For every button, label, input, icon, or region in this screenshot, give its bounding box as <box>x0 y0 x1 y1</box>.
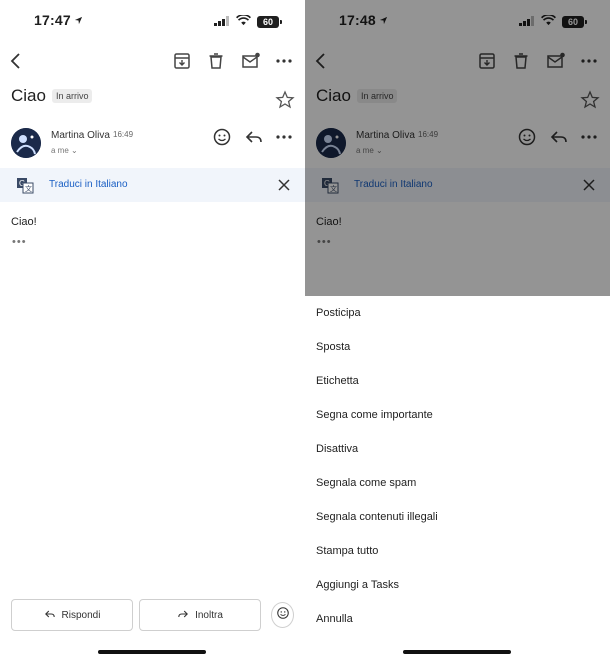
translate-banner: G文 Traduci in Italiano <box>0 168 305 202</box>
react-emoji-button[interactable] <box>271 602 294 628</box>
menu-item-label[interactable]: Etichetta <box>316 371 359 391</box>
sender-time: 16:49 <box>113 130 134 139</box>
reply-icon[interactable] <box>243 126 265 148</box>
message-more-icon[interactable] <box>273 126 295 148</box>
menu-item-move[interactable]: Sposta <box>316 337 350 357</box>
menu-item-snooze[interactable]: Posticipa <box>316 303 361 323</box>
menu-item-mute[interactable]: Disattiva <box>316 439 358 459</box>
modal-scrim[interactable] <box>305 0 610 296</box>
action-sheet: Posticipa Sposta Etichetta Segna come im… <box>305 296 610 660</box>
avatar[interactable] <box>11 128 41 158</box>
reply-icon <box>44 608 56 623</box>
wifi-icon <box>236 13 251 31</box>
reply-button[interactable]: Rispondi <box>11 599 133 631</box>
status-bar: 17:47 60 <box>0 0 305 40</box>
subject-title: Ciao <box>11 86 46 105</box>
home-indicator <box>403 650 511 654</box>
translate-link[interactable]: Traduci in Italiano <box>49 179 128 190</box>
menu-item-cancel[interactable]: Annulla <box>316 609 353 629</box>
emoji-icon <box>276 606 290 625</box>
star-icon[interactable] <box>274 89 296 111</box>
signal-icon <box>214 13 230 31</box>
chevron-down-icon: ⌄ <box>71 146 78 155</box>
close-icon[interactable] <box>273 174 295 196</box>
reply-bar: Rispondi Inoltra <box>11 599 294 631</box>
subject-line: Ciao In arrivo <box>11 86 93 106</box>
more-icon[interactable] <box>273 50 295 72</box>
label-chip[interactable]: In arrivo <box>51 89 93 103</box>
toolbar <box>0 50 305 74</box>
menu-item-print-all[interactable]: Stampa tutto <box>316 541 378 561</box>
forward-icon <box>177 608 189 623</box>
emoji-icon[interactable] <box>211 126 233 148</box>
translate-icon: G文 <box>14 174 36 196</box>
archive-icon[interactable] <box>171 50 193 72</box>
mark-unread-icon[interactable] <box>240 50 262 72</box>
svg-text:文: 文 <box>25 184 32 193</box>
menu-item-report-spam[interactable]: Segnala come spam <box>316 473 416 493</box>
recipient-toggle[interactable]: a me ⌄ <box>51 146 78 155</box>
delete-icon[interactable] <box>205 50 227 72</box>
home-indicator <box>98 650 206 654</box>
status-time: 17:47 <box>34 12 83 28</box>
show-trimmed-content[interactable]: ••• <box>12 236 27 248</box>
right-screen: 17:48 60 Ciao In arrivo Martina Oliva 16… <box>305 0 610 660</box>
reply-label: Rispondi <box>61 609 101 621</box>
message-body: Ciao! <box>11 216 37 228</box>
battery-indicator: 60 <box>257 16 282 28</box>
menu-item-mark-important[interactable]: Segna come importante <box>316 405 433 425</box>
menu-item-add-to-tasks[interactable]: Aggiungi a Tasks <box>316 575 399 595</box>
menu-item-report-illegal[interactable]: Segnala contenuti illegali <box>316 507 438 527</box>
back-icon[interactable] <box>5 50 27 72</box>
left-screen: 17:47 60 Ciao In arrivo Martina Oliva 16… <box>0 0 305 660</box>
sender-name: Martina Oliva <box>51 130 110 141</box>
forward-button[interactable]: Inoltra <box>139 599 261 631</box>
forward-label: Inoltra <box>195 609 223 621</box>
location-icon <box>74 12 83 28</box>
